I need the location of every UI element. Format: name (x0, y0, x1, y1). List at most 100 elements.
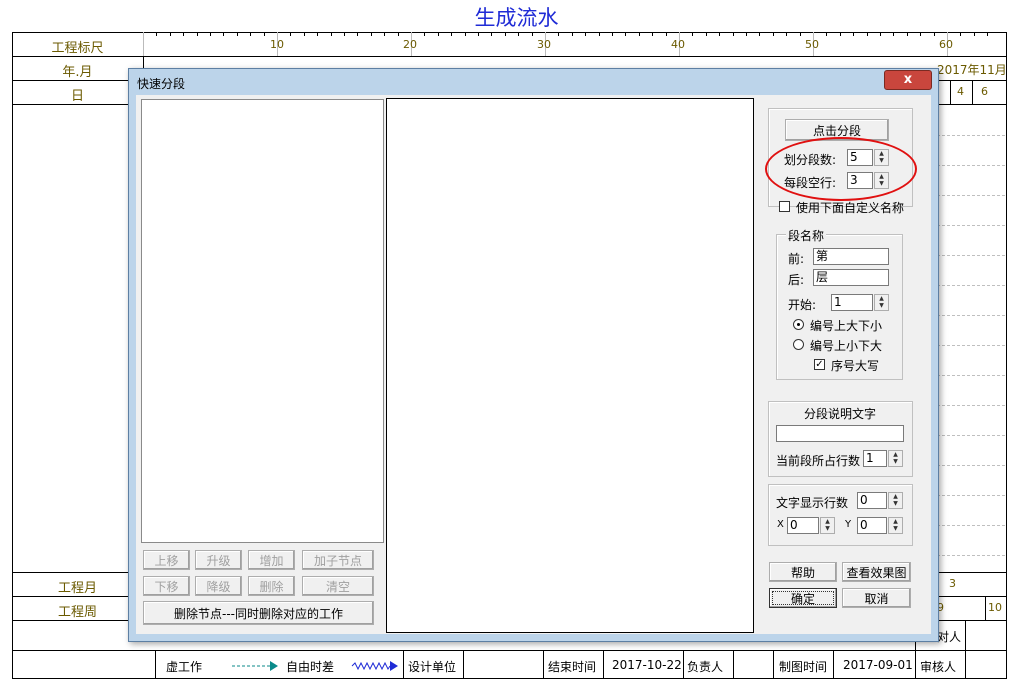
row-label-ruler: 工程标尺 (51, 41, 104, 56)
x-label: X (777, 519, 784, 530)
prefix-label: 前: (788, 252, 805, 266)
legend-free-float: 自由时差 (286, 660, 335, 674)
suffix-input[interactable]: 层 (813, 269, 889, 286)
start-label: 开始: (788, 298, 817, 312)
ruler-tick (558, 32, 559, 36)
ruler-tick (773, 32, 774, 36)
text-rows-stepper[interactable]: ▲ ▼ (888, 492, 903, 509)
ruler-tick (143, 32, 144, 56)
ruler-tick (733, 32, 734, 36)
radio-big-small-label: 编号上大下小 (810, 319, 883, 333)
segment-tree-list[interactable] (141, 99, 384, 543)
ruler-tick (156, 32, 157, 36)
ruler-tick (853, 32, 854, 36)
delete-button[interactable]: 删除 (248, 576, 295, 596)
ruler-tick (639, 32, 640, 36)
use-custom-name-checkbox[interactable] (779, 201, 790, 212)
ruler-tick (612, 32, 613, 36)
ruler-tick (491, 32, 492, 36)
ruler-tick (786, 32, 787, 36)
x-stepper[interactable]: ▲ ▼ (820, 517, 835, 534)
footer-partial-label: 对人 (937, 630, 962, 644)
ruler-tick (692, 32, 693, 36)
footer-design-unit: 设计单位 (408, 660, 457, 674)
ruler-tick (532, 32, 533, 36)
ruler-tick (719, 32, 720, 36)
y-input[interactable]: 0 (857, 517, 887, 534)
ruler-tick (317, 32, 318, 36)
ruler-tick (304, 32, 305, 36)
text-rows-input[interactable]: 0 (857, 492, 887, 509)
y-label: Y (845, 519, 852, 530)
move-down-button[interactable]: 下移 (143, 576, 190, 596)
footer-end-time-label: 结束时间 (548, 660, 597, 674)
desc-group-title: 分段说明文字 (804, 407, 877, 421)
add-button[interactable]: 增加 (248, 550, 295, 570)
ruler-tick (505, 32, 506, 36)
day-label: 4 (957, 85, 964, 98)
dialog-title: 快速分段 (137, 77, 186, 91)
ruler-tick (357, 32, 358, 36)
radio-big-small[interactable] (793, 319, 804, 330)
move-up-button[interactable]: 上移 (143, 550, 190, 570)
ruler-tick (478, 32, 479, 36)
cancel-button[interactable]: 取消 (842, 588, 911, 608)
ruler-tick (960, 32, 961, 36)
uppercase-label: 序号大写 (831, 359, 880, 373)
delete-node-button[interactable]: 删除节点---同时删除对应的工作 (143, 601, 374, 625)
ruler-tick (465, 32, 466, 36)
add-child-node-button[interactable]: 加子节点 (302, 550, 374, 570)
uppercase-checkbox[interactable]: ✓ (814, 359, 825, 370)
ruler-tick (652, 32, 653, 36)
radio-small-big[interactable] (793, 339, 804, 350)
close-button[interactable]: x (884, 70, 932, 90)
ruler-tick (183, 32, 184, 36)
ruler-tick (438, 32, 439, 36)
ruler-tick (518, 32, 519, 36)
ruler-tick (384, 32, 385, 36)
row-label-day: 日 (70, 89, 84, 104)
month-label: 2017年11月 (937, 63, 1007, 77)
ruler-tick (344, 32, 345, 36)
project-month-value: 3 (949, 577, 956, 590)
ok-button[interactable]: 确定 (769, 588, 837, 608)
help-button[interactable]: 帮助 (769, 562, 837, 582)
ruler-tick (371, 32, 372, 36)
ruler-tick-label: 40 (671, 38, 685, 51)
ruler-tick (974, 32, 975, 36)
preview-text-area[interactable] (386, 98, 754, 633)
day-label: 6 (981, 85, 988, 98)
ruler-tick (170, 32, 171, 36)
segment-rows-input[interactable]: 1 (863, 450, 887, 467)
start-input[interactable]: 1 (831, 294, 873, 311)
ruler-tick (920, 32, 921, 36)
ruler-tick (585, 32, 586, 36)
ruler-tick (599, 32, 600, 36)
footer-person-in-charge: 负责人 (687, 660, 724, 674)
clear-button[interactable]: 清空 (302, 576, 374, 596)
ruler-tick (331, 32, 332, 36)
ruler-tick (706, 32, 707, 36)
segment-rows-stepper[interactable]: ▲ ▼ (888, 450, 903, 467)
promote-button[interactable]: 升级 (195, 550, 242, 570)
legend-arrow-line (232, 661, 278, 671)
prefix-input[interactable]: 第 (813, 248, 889, 265)
ruler-tick (197, 32, 198, 36)
demote-button[interactable]: 降级 (195, 576, 242, 596)
x-input[interactable]: 0 (787, 517, 819, 534)
start-stepper[interactable]: ▲ ▼ (874, 294, 889, 311)
desc-input[interactable] (776, 425, 904, 442)
row-label-year-month: 年.月 (62, 65, 93, 80)
segment-rows-label: 当前段所占行数 (776, 454, 861, 468)
ruler-tick (893, 32, 894, 36)
ruler-tick (987, 32, 988, 36)
ruler-tick (800, 32, 801, 36)
ruler-tick (424, 32, 425, 36)
y-stepper[interactable]: ▲ ▼ (888, 517, 903, 534)
ruler-tick (746, 32, 747, 36)
radio-small-big-label: 编号上小下大 (810, 339, 883, 353)
ruler-tick (264, 32, 265, 36)
preview-button[interactable]: 查看效果图 (842, 562, 911, 582)
ruler-tick (867, 32, 868, 36)
suffix-label: 后: (788, 273, 805, 287)
